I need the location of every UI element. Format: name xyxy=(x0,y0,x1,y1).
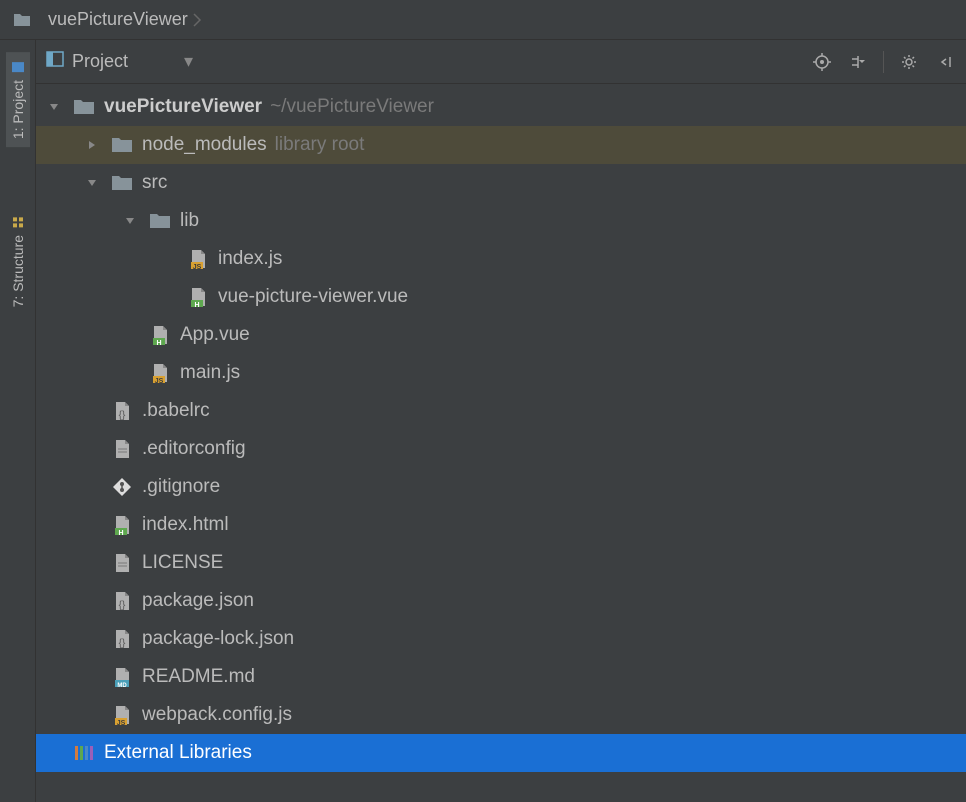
project-view-icon xyxy=(46,51,64,72)
tree-item-label: App.vue xyxy=(180,324,250,346)
tree-row[interactable]: MD README.md xyxy=(36,658,966,696)
hide-icon[interactable] xyxy=(934,51,956,73)
tree-row[interactable]: vuePictureViewer ~/vuePictureViewer xyxy=(36,88,966,126)
divider xyxy=(883,51,884,73)
folder-icon xyxy=(110,173,134,193)
breadcrumb-label: vuePictureViewer xyxy=(48,9,188,30)
tree-item-label: .babelrc xyxy=(142,400,210,422)
arrow-down-icon[interactable] xyxy=(46,102,62,112)
json-icon: {} xyxy=(110,629,134,649)
svg-text:{}: {} xyxy=(119,600,126,611)
tree-row[interactable]: .editorconfig xyxy=(36,430,966,468)
tree-item-label: README.md xyxy=(142,666,255,688)
tree-item-suffix: ~/vuePictureViewer xyxy=(270,96,434,118)
tree-row[interactable]: {} .babelrc xyxy=(36,392,966,430)
tree-row[interactable]: {} package.json xyxy=(36,582,966,620)
project-icon xyxy=(11,60,25,74)
tree-item-label: .editorconfig xyxy=(142,438,246,460)
tree-item-label: node_modules xyxy=(142,134,267,156)
tree-item-label: main.js xyxy=(180,362,240,384)
main-area: 1: Project 7: Structure Project ▾ xyxy=(0,40,966,802)
tree-item-label: src xyxy=(142,172,167,194)
tree-row[interactable]: src xyxy=(36,164,966,202)
collapse-all-icon[interactable] xyxy=(847,51,869,73)
json-icon: {} xyxy=(110,591,134,611)
json-icon: {} xyxy=(110,401,134,421)
panel-header: Project ▾ xyxy=(36,40,966,84)
tree-row[interactable]: LICENSE xyxy=(36,544,966,582)
tree-item-label: index.html xyxy=(142,514,229,536)
svg-text:H: H xyxy=(118,530,123,535)
tree-item-label: vuePictureViewer xyxy=(104,96,262,118)
svg-text:JS: JS xyxy=(155,378,164,383)
tree-item-label: LICENSE xyxy=(142,552,223,574)
js-icon: JS xyxy=(110,705,134,725)
tree-item-label: package-lock.json xyxy=(142,628,294,650)
locate-icon[interactable] xyxy=(811,51,833,73)
folder-icon xyxy=(72,97,96,117)
tree-row[interactable]: JS webpack.config.js xyxy=(36,696,966,734)
tree-item-label: package.json xyxy=(142,590,254,612)
md-icon: MD xyxy=(110,667,134,687)
tree-item-suffix: library root xyxy=(275,134,365,156)
tree-item-label: .gitignore xyxy=(142,476,220,498)
tree-row[interactable]: node_modules library root xyxy=(36,126,966,164)
project-tree[interactable]: vuePictureViewer~/vuePictureViewernode_m… xyxy=(36,84,966,802)
chevron-down-icon: ▾ xyxy=(184,51,193,72)
sidebar-tab-structure[interactable]: 7: Structure xyxy=(6,207,30,315)
svg-text:JS: JS xyxy=(193,264,202,269)
tree-item-label: External Libraries xyxy=(104,742,252,764)
chevron-right-icon xyxy=(192,12,202,28)
tree-row[interactable]: External Libraries xyxy=(36,734,966,772)
tree-row[interactable]: .gitignore xyxy=(36,468,966,506)
panel-actions xyxy=(811,51,956,73)
tree-item-label: index.js xyxy=(218,248,282,270)
svg-text:H: H xyxy=(156,340,161,345)
breadcrumb-project[interactable]: vuePictureViewer xyxy=(10,9,188,30)
lib-icon xyxy=(72,743,96,763)
tree-row[interactable]: lib xyxy=(36,202,966,240)
folder-icon xyxy=(110,135,134,155)
tree-row[interactable]: JS main.js xyxy=(36,354,966,392)
panel-view-selector[interactable]: Project ▾ xyxy=(46,51,193,72)
tree-item-label: lib xyxy=(180,210,199,232)
project-panel: Project ▾ vuePictureViewer~/vuePictu xyxy=(36,40,966,802)
html-icon: H xyxy=(110,515,134,535)
sidebar-tab-label: 1: Project xyxy=(10,80,26,139)
svg-text:{}: {} xyxy=(119,638,126,649)
folder-icon xyxy=(148,211,172,231)
svg-text:H: H xyxy=(194,302,199,307)
tree-item-label: webpack.config.js xyxy=(142,704,292,726)
sidebar-tab-project[interactable]: 1: Project xyxy=(6,52,30,147)
arrow-down-icon[interactable] xyxy=(84,178,100,188)
breadcrumb: vuePictureViewer xyxy=(0,0,966,40)
tree-item-label: vue-picture-viewer.vue xyxy=(218,286,408,308)
js-icon: JS xyxy=(186,249,210,269)
git-icon xyxy=(110,477,134,497)
vue-icon: H xyxy=(186,287,210,307)
svg-text:JS: JS xyxy=(117,720,126,725)
sidebar-tab-label: 7: Structure xyxy=(10,235,26,307)
tool-window-bar: 1: Project 7: Structure xyxy=(0,40,36,802)
arrow-down-icon[interactable] xyxy=(122,216,138,226)
arrow-right-icon[interactable] xyxy=(84,140,100,150)
svg-text:{}: {} xyxy=(119,410,126,421)
tree-row[interactable]: {} package-lock.json xyxy=(36,620,966,658)
tree-row[interactable]: H App.vue xyxy=(36,316,966,354)
panel-title: Project xyxy=(72,51,128,72)
tree-row[interactable]: JS index.js xyxy=(36,240,966,278)
tree-row[interactable]: Hindex.html xyxy=(36,506,966,544)
tree-row[interactable]: Hvue-picture-viewer.vue xyxy=(36,278,966,316)
svg-text:MD: MD xyxy=(117,683,127,687)
file-icon xyxy=(110,439,134,459)
structure-icon xyxy=(11,215,25,229)
js-icon: JS xyxy=(148,363,172,383)
vue-icon: H xyxy=(148,325,172,345)
gear-icon[interactable] xyxy=(898,51,920,73)
file-icon xyxy=(110,553,134,573)
folder-icon xyxy=(10,10,34,30)
